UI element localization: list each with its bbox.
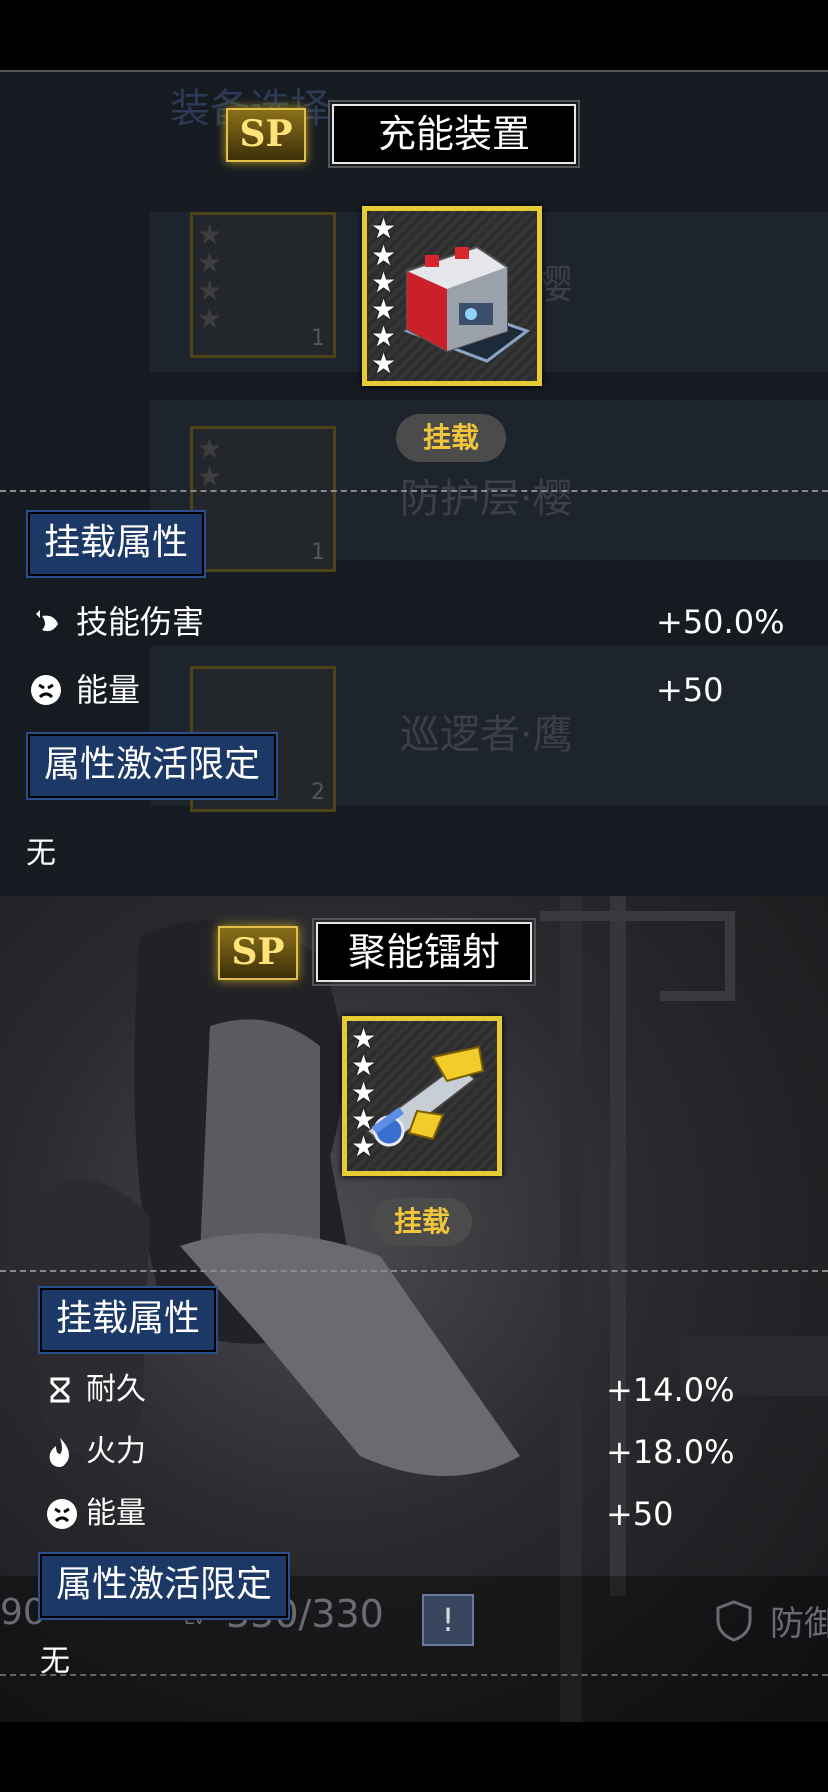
star-icon: ★ [351,1103,377,1136]
rarity-stars: ★ ★ ★ ★ ★ ★ [371,212,397,380]
activation-limit-label: 属性激活限定 [25,732,279,800]
background-defense-label: 防御 [770,1604,828,1644]
equipment-panel-charging-device: 装备选择 ★★★★ 1 ·樱 ★★ 1 防护层·樱 ★ 2 巡逻者·鹰 SP 充… [0,70,828,896]
equipment-panel-laser: 90 Lv 330/330 ! 防御 SP 聚能镭射 ★ ★ ★ ★ ★ 挂载 挂载属… [0,896,828,1722]
sp-badge: SP [218,926,298,980]
mount-button[interactable]: 挂载 [396,414,506,462]
item-card[interactable]: ★ ★ ★ ★ ★ [342,1016,502,1176]
star-icon: ★ [371,212,397,245]
hourglass-icon [50,1377,70,1403]
item-title: 充能装置 [328,100,580,168]
stat-row: 技能伤害 +50.0% [30,602,790,642]
stat-value: +50.0% [656,603,785,641]
star-icon: ★ [351,1130,377,1163]
energy-icon [31,675,61,705]
background-number: 90 [0,1592,46,1633]
mount-button[interactable]: 挂载 [372,1198,472,1246]
stat-value: +50 [606,1495,674,1533]
background-item-name: 巡逻者·鹰 [400,712,573,758]
alert-icon[interactable]: ! [422,1594,474,1646]
background-item-name: 防护层·樱 [400,476,573,522]
stat-value: +18.0% [606,1433,735,1471]
mount-attributes-label: 挂载属性 [25,510,207,578]
activation-limit-label: 属性激活限定 [37,1552,291,1620]
defense-shield-icon [716,1600,752,1642]
star-icon: ★ [371,320,397,353]
star-icon: ★ [351,1049,377,1082]
stat-value: +14.0% [606,1371,735,1409]
mount-attributes-label: 挂载属性 [37,1286,219,1354]
star-icon: ★ [351,1022,377,1055]
divider [0,1270,828,1272]
star-icon: ★ [351,1076,377,1109]
rarity-stars: ★ ★ ★ ★ ★ [351,1022,377,1163]
divider [0,1674,828,1676]
stat-row: 火力 +18.0% [46,1432,806,1472]
background-item-slot: ★ ★ ★ ★ 1 [190,212,336,358]
item-card[interactable]: ★ ★ ★ ★ ★ ★ [362,206,542,386]
stat-row: 耐久 +14.0% [46,1370,806,1410]
stat-value: +50 [656,671,724,709]
star-icon: ★ [371,266,397,299]
activation-limit-value: 无 [26,836,56,871]
item-title: 聚能镭射 [312,918,536,986]
stat-row: 能量 +50 [46,1494,806,1534]
energy-icon [47,1499,77,1529]
star-icon: ★ [371,293,397,326]
skill-damage-icon [36,610,58,632]
background-item-slot: ★ ★ 1 [190,426,336,572]
star-icon: ★ [371,239,397,272]
divider [0,490,828,492]
stat-row: 能量 +50 [30,670,790,710]
sp-badge: SP [226,108,306,162]
flame-icon [49,1438,69,1467]
star-icon: ★ [371,347,397,380]
